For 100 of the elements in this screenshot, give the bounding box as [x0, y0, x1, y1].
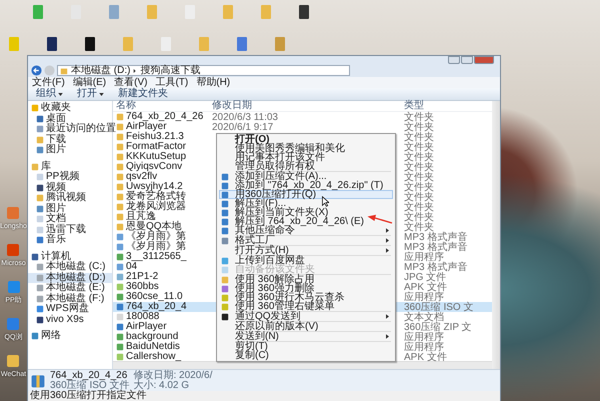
column-header[interactable]: 名称 [113, 101, 212, 111]
context-menu-item[interactable]: 使用 360进行木马云查杀 [219, 293, 344, 302]
file-name[interactable]: Uwsyjhy14.2 [126, 182, 183, 192]
context-menu-item[interactable]: 其他压缩命令 [219, 226, 393, 235]
navigation-item[interactable]: 本地磁盘 (D:) [28, 272, 112, 283]
file-name[interactable]: 180088 [126, 312, 160, 322]
toolbar-button[interactable]: 新建文件夹 [116, 89, 170, 99]
navigation-item[interactable]: vivo X9s [28, 314, 112, 325]
file-name[interactable]: 龙卷风浏览器 [126, 202, 186, 212]
menu-bar-item[interactable]: 帮助(H) [196, 78, 230, 88]
context-menu-item[interactable]: 解压到 764_xb_20_4_26\ (E) [219, 217, 364, 226]
navigation-item[interactable]: 收藏夹 [28, 103, 112, 114]
menu-bar-item[interactable]: 编辑(E) [72, 78, 106, 88]
context-menu-item[interactable]: 还原以前的版本(V) [219, 322, 318, 331]
address-bar[interactable]: 本地磁盘 (D:) 搜狗高速下载 [57, 65, 350, 76]
file-type: APK 文件 [404, 282, 447, 292]
file-name[interactable]: 764_xb_20_4_26 [126, 112, 204, 122]
navigation-item[interactable]: 桌面 [28, 114, 112, 124]
breadcrumb-item[interactable]: 搜狗高速下载 [140, 66, 200, 76]
navigation-item[interactable]: 音乐 [28, 235, 112, 246]
toolbar-button[interactable]: 打开 [75, 89, 106, 99]
context-menu-item[interactable]: 剪切(T) [219, 342, 268, 351]
horizontal-scrollbar[interactable] [113, 361, 492, 369]
file-name[interactable]: background [126, 332, 178, 342]
file-name[interactable]: Feishu3.21.3 [126, 132, 184, 142]
context-menu-item[interactable]: 用360压缩打开(Q) [219, 190, 393, 199]
file-size: 大小: 4.02 G [133, 380, 190, 390]
context-menu-item[interactable]: 复制(C) [219, 351, 269, 360]
file-name[interactable]: 《岁月雨》第 [126, 232, 186, 242]
file-name[interactable]: 《岁月雨》第 [126, 242, 186, 252]
file-name[interactable]: 3__3112565_ [126, 252, 186, 262]
file-name[interactable]: FormatFactor [126, 142, 186, 152]
file-name[interactable]: 爱奇艺格式转 [126, 192, 186, 202]
menu-bar-item[interactable]: 工具(T) [155, 78, 188, 88]
context-menu-item[interactable]: 打开方式(H) [219, 246, 393, 255]
column-header[interactable]: 类型 [404, 101, 488, 111]
file-name: 764_xb_20_4_26 [50, 370, 128, 380]
context-menu-item[interactable]: 上传到百度网盘 [219, 256, 305, 265]
file-type: 文件夹 [404, 182, 434, 192]
back-icon[interactable] [31, 65, 42, 76]
context-menu-item[interactable]: 发送到(N) [219, 332, 393, 341]
navigation-item[interactable]: 计算机 [28, 252, 112, 262]
file-name[interactable]: AirPlayer [126, 322, 167, 332]
navigation-item[interactable]: 库 [28, 162, 112, 172]
navigation-item[interactable]: WPS网盘 [28, 304, 112, 314]
column-header[interactable]: 修改日期 [212, 101, 404, 111]
navigation-item[interactable]: 图片 [28, 145, 112, 156]
maximize-button[interactable] [461, 56, 473, 64]
file-name[interactable]: Callershow_ [126, 352, 182, 362]
file-name[interactable]: 360bbs [126, 282, 159, 292]
file-type: MP3 格式声音 [404, 262, 468, 272]
context-menu-item[interactable]: 添加到压缩文件(A)... [219, 172, 327, 181]
navigation-item[interactable]: 文档 [28, 214, 112, 224]
navigation-item[interactable]: 本地磁盘 (C:) [28, 262, 112, 272]
navigation-item[interactable]: 图片 [28, 204, 112, 214]
navigation-item[interactable]: 下载 [28, 134, 112, 145]
file-name[interactable]: 04 [126, 262, 138, 272]
navigation-item[interactable]: 视频 [28, 182, 112, 193]
navigation-item[interactable]: 本地磁盘 (F:) [28, 294, 112, 304]
desktop-shortcut-icon[interactable] [296, 4, 312, 20]
chevron-icon [133, 68, 138, 74]
toolbar-button[interactable]: 组织 [34, 89, 65, 99]
menu-bar-item[interactable]: 查看(V) [114, 78, 148, 88]
context-menu-item[interactable]: 打开(O) [219, 135, 270, 144]
file-type: 360压缩 ZIP 文 [404, 322, 472, 332]
file-name[interactable]: AirPlayer [126, 122, 167, 132]
file-name[interactable]: BaiduNetdis [126, 342, 180, 352]
file-name[interactable]: QiyiqsvConv [126, 162, 182, 172]
context-menu-item[interactable]: 解压到当前文件夹(X) [219, 208, 328, 217]
file-type: 文件夹 [404, 132, 434, 142]
navigation-item[interactable]: 网络 [28, 331, 112, 342]
context-menu-item[interactable]: 通过QQ发送到 [219, 312, 393, 321]
context-menu-item[interactable]: 添加到 "764_xb_20_4_26.zip" (T) [219, 181, 384, 190]
file-name[interactable]: 764_xb_20_4 [126, 302, 187, 312]
context-menu-item[interactable]: 解压到(F)... [219, 199, 286, 208]
desktop-shortcut-icon[interactable] [82, 36, 98, 52]
file-name[interactable]: 21P1-2 [126, 272, 158, 282]
context-menu-item[interactable]: 使用美图秀秀编辑和美化 [219, 144, 345, 153]
close-button[interactable] [474, 56, 494, 64]
desktop-shortcut-icon[interactable] [44, 36, 60, 52]
navigation-item[interactable]: 本地磁盘 (E:) [28, 283, 112, 294]
status-text: 使用360压缩打开指定文件 [30, 390, 147, 401]
context-menu-item[interactable]: 用记事本打开该文件 [219, 153, 325, 162]
context-menu-item[interactable]: 格式工厂 [219, 236, 393, 245]
file-name[interactable]: KKKutuSetup [126, 152, 186, 162]
menu-bar-item[interactable]: 文件(F) [32, 78, 65, 88]
context-menu-item[interactable]: 管理员取得所有权 [219, 162, 315, 171]
file-name[interactable]: qsv2flv [126, 172, 158, 182]
navigation-item[interactable]: 腾讯视频 [28, 193, 112, 204]
breadcrumb-item[interactable]: 本地磁盘 (D:) [71, 66, 130, 76]
file-name[interactable]: 360cse_11.0 [126, 292, 183, 302]
navigation-item[interactable]: 迅雷下载 [28, 224, 112, 235]
context-menu-item[interactable]: 使用 360解除占用 [219, 275, 314, 284]
navigation-item[interactable]: PP视频 [28, 172, 112, 182]
context-menu-item[interactable]: 使用 360强力删除 [219, 284, 314, 293]
minimize-button[interactable] [448, 56, 460, 64]
context-menu-item[interactable]: 使用 360管理右键菜单 [219, 302, 334, 311]
vertical-scrollbar[interactable] [492, 101, 500, 369]
file-name[interactable]: 恩曼QQ本地 [126, 222, 182, 232]
file-name[interactable]: 且芃逸 [126, 212, 156, 222]
